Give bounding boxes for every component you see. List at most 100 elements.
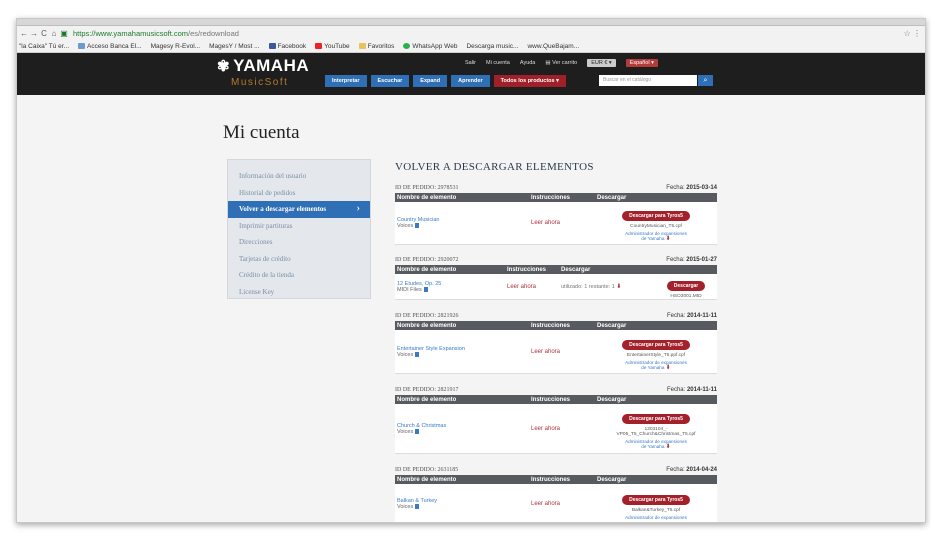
file-name: Balkan&Turkey_T5.cpf xyxy=(631,507,681,513)
expansion-manager-link[interactable]: Administrador de expansiones de Yamaha ⬇ xyxy=(595,360,717,371)
table-row: 12 Etudes, Op. 25 MIDI Files Leer ahora u… xyxy=(395,274,717,300)
account-sidebar: Información del usuario Historial de ped… xyxy=(227,159,371,299)
order-id: ID DE PEDIDO: 2978531 xyxy=(395,185,459,191)
bookmark-icon xyxy=(78,43,86,49)
logout-link[interactable]: Salir xyxy=(465,60,476,66)
redownload-section: VOLVER A DESCARGAR ELEMENTOS ID DE PEDID… xyxy=(395,161,717,522)
browser-window: ← → C ⌂ ▣ https://www.yamahamusicsoft.co… xyxy=(16,18,926,523)
sidebar-item-license-key[interactable]: License Key xyxy=(228,284,370,301)
download-icon[interactable]: ⬇ xyxy=(666,365,671,371)
nav-aprender[interactable]: Aprender xyxy=(451,75,490,87)
read-now-link[interactable]: Leer ahora xyxy=(529,220,595,226)
sidebar-item-user-info[interactable]: Información del usuario xyxy=(228,168,370,185)
download-icon[interactable]: ⬇ xyxy=(616,284,621,290)
document-icon xyxy=(415,428,420,434)
document-icon xyxy=(415,351,420,357)
table-header: Nombre de elemento Instrucciones Descargar xyxy=(395,193,717,202)
order-id: ID DE PEDIDO: 2821926 xyxy=(395,313,459,319)
sidebar-item-print-scores[interactable]: Imprimir partituras xyxy=(228,218,370,235)
file-name: HSO3001.MID xyxy=(670,294,702,299)
home-icon[interactable]: ⌂ xyxy=(49,29,59,38)
table-header: Nombre de elemento Instrucciones Descargar xyxy=(395,265,717,274)
download-button[interactable]: Descargar para Tyros5 xyxy=(622,414,690,424)
bookmark[interactable]: Favoritos xyxy=(358,43,394,50)
star-icon[interactable]: ☆ ⋮ xyxy=(904,29,921,38)
cart-link[interactable]: ▤ Ver carrito xyxy=(545,60,577,66)
table-row: Balkan & Turkey Voices Leer ahora Descarg… xyxy=(395,484,717,522)
youtube-icon xyxy=(315,43,323,49)
bookmark[interactable]: WhatsApp Web xyxy=(403,43,457,50)
expansion-manager-link[interactable]: Administrador de expansiones xyxy=(595,515,717,520)
download-button[interactable]: Descargar para Tyros5 xyxy=(622,211,690,221)
bookmark[interactable]: www.QueBajam... xyxy=(527,43,579,50)
address-bar[interactable]: ← → C ⌂ ▣ https://www.yamahamusicsoft.co… xyxy=(17,26,925,41)
download-button[interactable]: Descargar para Tyros5 xyxy=(622,494,690,505)
download-icon[interactable]: ⬇ xyxy=(666,444,671,450)
url-field[interactable]: https://www.yamahamusicsoft.com/es/redow… xyxy=(73,29,239,38)
language-select[interactable]: Español ▾ xyxy=(625,59,658,67)
order-id: ID DE PEDIDO: 2821917 xyxy=(395,387,459,393)
bookmark[interactable]: Facebook xyxy=(268,43,306,50)
expansion-manager-link[interactable]: Administrador de expansiones de Yamaha ⬇ xyxy=(595,439,717,450)
order-block: ID DE PEDIDO: 2631185 Fecha: 2014-04-24 N… xyxy=(395,467,717,522)
sidebar-item-store-credit[interactable]: Crédito de la tienda xyxy=(228,267,370,284)
search-icon[interactable]: ⌕ xyxy=(698,75,713,86)
order-date: Fecha: 2014-11-11 xyxy=(666,387,717,393)
document-icon xyxy=(423,286,428,292)
search-input[interactable]: Buscar en el catálogo xyxy=(599,75,697,86)
lock-icon: ▣ xyxy=(60,29,68,38)
nav-expand[interactable]: Expand xyxy=(413,75,448,87)
help-link[interactable]: Ayuda xyxy=(520,60,536,66)
facebook-icon xyxy=(268,43,276,49)
reload-icon[interactable]: C xyxy=(39,29,49,38)
order-date: Fecha: 2014-04-24 xyxy=(666,467,717,473)
bookmark[interactable]: Acceso Banca El... xyxy=(78,43,142,50)
my-account-link[interactable]: Mi cuenta xyxy=(486,60,510,66)
bookmark[interactable]: Descarga music... xyxy=(466,43,518,50)
tab-strip xyxy=(17,19,925,26)
tuning-fork-icon: ✾ xyxy=(217,58,231,75)
sidebar-item-addresses[interactable]: Direcciones xyxy=(228,234,370,251)
nav-interpretar[interactable]: Interpretar xyxy=(325,75,367,87)
bookmark[interactable]: Magesy R-Evol... xyxy=(151,43,201,50)
order-block: ID DE PEDIDO: 2821917 Fecha: 2014-11-11 N… xyxy=(395,387,717,454)
document-icon xyxy=(415,503,420,509)
read-now-link[interactable]: Leer ahora xyxy=(529,426,595,432)
table-row: Church & Christmas Voices Leer ahora Desc… xyxy=(395,404,717,454)
forward-icon[interactable]: → xyxy=(29,29,39,38)
top-links: Salir Mi cuenta Ayuda ▤ Ver carrito EUR … xyxy=(465,59,658,67)
download-button[interactable]: Descargar para Tyros5 xyxy=(622,339,690,350)
download-button[interactable]: Descargar xyxy=(666,281,706,291)
folder-icon xyxy=(358,43,366,49)
sidebar-item-credit-cards[interactable]: Tarjetas de crédito xyxy=(228,251,370,268)
download-icon[interactable]: ⬇ xyxy=(666,236,671,242)
nav-all-products[interactable]: Todos los productos ▾ xyxy=(493,75,566,87)
nav-escuchar[interactable]: Escuchar xyxy=(370,75,410,87)
order-id: ID DE PEDIDO: 2631185 xyxy=(395,467,459,473)
table-header: Nombre de elemento Instrucciones Descargar xyxy=(395,395,717,404)
usage-count: utilizado: 1 restante: 1 xyxy=(561,284,615,290)
back-icon[interactable]: ← xyxy=(19,29,29,38)
document-icon xyxy=(415,223,420,228)
read-now-link[interactable]: Leer ahora xyxy=(505,284,559,290)
bookmark[interactable]: MagesY / Most ... xyxy=(209,43,259,50)
sidebar-item-redownload[interactable]: Volver a descargar elementos › xyxy=(228,201,370,218)
bookmarks-bar: "la Caixa" Tú er... Acceso Banca El... M… xyxy=(17,41,925,53)
file-name: EntertainerStyle_T5.ppf.cpf xyxy=(626,352,686,358)
order-date: Fecha: 2015-03-14 xyxy=(666,185,717,191)
read-now-link[interactable]: Leer ahora xyxy=(529,501,595,507)
order-block: ID DE PEDIDO: 2978531 Fecha: 2015-03-14 N… xyxy=(395,185,717,245)
site-header: ✾ YAMAHA MusicSoft Salir Mi cuenta Ayuda … xyxy=(17,53,925,95)
bookmark[interactable]: YouTube xyxy=(315,43,350,50)
whatsapp-icon xyxy=(403,43,411,49)
file-name: CountryMusician_T5.cpf xyxy=(630,224,682,229)
yamaha-logo[interactable]: ✾ YAMAHA xyxy=(217,56,309,76)
read-now-link[interactable]: Leer ahora xyxy=(529,349,595,355)
musicsoft-logo: MusicSoft xyxy=(231,77,289,88)
bookmark[interactable]: "la Caixa" Tú er... xyxy=(19,43,69,50)
order-block: ID DE PEDIDO: 2920072 Fecha: 2015-01-27 N… xyxy=(395,257,717,300)
currency-select[interactable]: EUR € ▾ xyxy=(587,59,616,67)
page-title: Mi cuenta xyxy=(223,122,300,143)
sidebar-item-order-history[interactable]: Historial de pedidos xyxy=(228,185,370,202)
expansion-manager-link[interactable]: Administrador de expansiones de Yamaha ⬇ xyxy=(595,231,717,242)
